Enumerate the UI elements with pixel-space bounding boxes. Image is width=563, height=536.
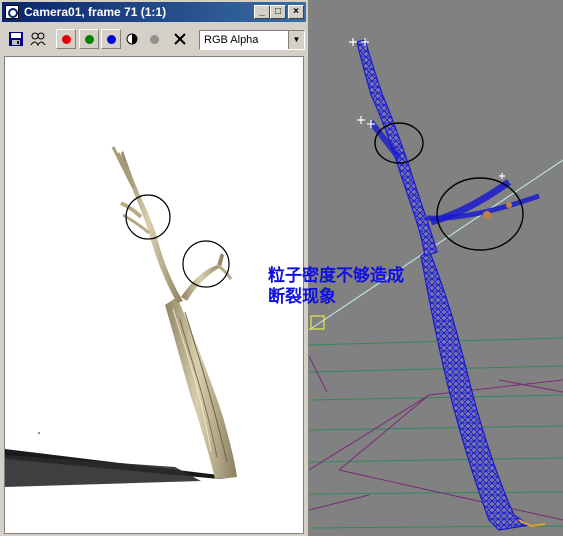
blue-channel-icon[interactable] <box>101 29 121 49</box>
break-circle-2 <box>182 240 230 288</box>
mono-icon[interactable] <box>122 29 142 49</box>
clear-icon[interactable] <box>170 29 190 49</box>
toolbar: RGB Alpha ▼ <box>2 26 306 54</box>
render-canvas <box>4 56 304 534</box>
alpha-icon[interactable] <box>144 29 164 49</box>
close-button[interactable]: × <box>288 5 304 19</box>
save-icon[interactable] <box>6 29 26 49</box>
minimize-button[interactable]: _ <box>254 5 270 19</box>
channel-select-value: RGB Alpha <box>204 34 259 46</box>
red-channel-icon[interactable] <box>56 29 76 49</box>
title-bar[interactable]: Camera01, frame 71 (1:1) _ □ × <box>2 2 306 22</box>
maximize-button[interactable]: □ <box>270 5 286 19</box>
wireframe-branch <box>356 39 438 257</box>
annotation-line-2: 断裂现象 <box>268 287 336 307</box>
window-title: Camera01, frame 71 (1:1) <box>24 5 167 19</box>
rendered-branch-image <box>5 146 237 487</box>
camera-lines <box>309 355 563 521</box>
branch-main <box>121 151 183 303</box>
branch-trunk <box>165 297 237 479</box>
app-icon[interactable] <box>5 5 19 19</box>
channel-select[interactable]: RGB Alpha ▼ <box>199 30 305 50</box>
chevron-down-icon[interactable]: ▼ <box>288 31 304 49</box>
green-channel-icon[interactable] <box>79 29 99 49</box>
ground-grid <box>309 337 563 529</box>
annotation-text: 粒子密度不够造成 断裂现象 <box>268 266 404 308</box>
clone-icon[interactable] <box>28 29 48 49</box>
ground-shadow-soft <box>5 455 201 487</box>
annotation-line-1: 粒子密度不够造成 <box>268 266 404 286</box>
render-frame-window: Camera01, frame 71 (1:1) _ □ × RGB Alpha… <box>0 0 309 536</box>
helper-markers <box>349 38 505 179</box>
